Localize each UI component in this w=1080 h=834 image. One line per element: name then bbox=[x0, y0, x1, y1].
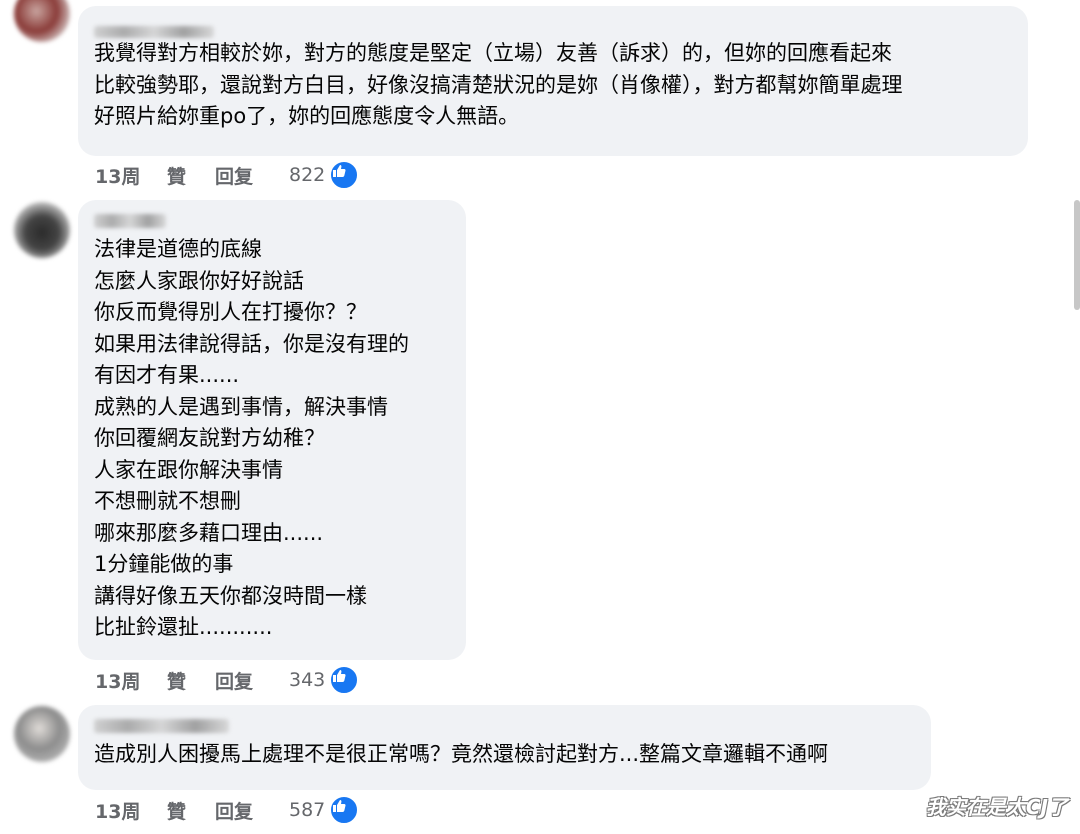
reply-button[interactable]: 回复 bbox=[215, 797, 289, 824]
thumbs-up-icon bbox=[329, 795, 360, 825]
avatar[interactable] bbox=[14, 0, 70, 42]
author-name-blurred[interactable] bbox=[94, 214, 166, 228]
comment-actions: 13周 贊 回复 587 bbox=[95, 795, 360, 825]
like-button[interactable]: 贊 bbox=[167, 667, 215, 694]
thumbs-up-icon bbox=[329, 160, 360, 190]
author-name-blurred[interactable] bbox=[94, 719, 229, 733]
comment-text: 我覺得對方相較於妳，對方的態度是堅定（立場）友善（訴求）的，但妳的回應看起來 比… bbox=[94, 41, 903, 128]
reaction-count[interactable]: 343 bbox=[289, 669, 325, 691]
author-name-blurred[interactable] bbox=[94, 26, 214, 38]
comment-bubble: 造成別人困擾馬上處理不是很正常嗎？竟然還檢討起對方...整篇文章邏輯不通啊 bbox=[78, 705, 931, 790]
watermark: 我实在是太CJ了 bbox=[925, 795, 1068, 819]
reaction-count[interactable]: 822 bbox=[289, 164, 325, 186]
like-button[interactable]: 贊 bbox=[167, 162, 215, 189]
reply-button[interactable]: 回复 bbox=[215, 162, 289, 189]
avatar[interactable] bbox=[14, 706, 70, 762]
comment-bubble: 法律是道德的底線 怎麼人家跟你好好說話 你反而覺得別人在打擾你？？ 如果用法律說… bbox=[78, 200, 466, 660]
thumbs-up-icon bbox=[329, 665, 360, 695]
comment-actions: 13周 贊 回复 822 bbox=[95, 160, 360, 190]
comment-bubble: 我覺得對方相較於妳，對方的態度是堅定（立場）友善（訴求）的，但妳的回應看起來 比… bbox=[78, 6, 1028, 156]
timestamp[interactable]: 13周 bbox=[95, 667, 167, 694]
reaction-count[interactable]: 587 bbox=[289, 799, 325, 821]
avatar[interactable] bbox=[14, 202, 70, 258]
comment-text: 法律是道德的底線 怎麼人家跟你好好說話 你反而覺得別人在打擾你？？ 如果用法律說… bbox=[94, 237, 409, 639]
comment-actions: 13周 贊 回复 343 bbox=[95, 665, 360, 695]
like-button[interactable]: 贊 bbox=[167, 797, 215, 824]
timestamp[interactable]: 13周 bbox=[95, 162, 167, 189]
reply-button[interactable]: 回复 bbox=[215, 667, 289, 694]
comment-text: 造成別人困擾馬上處理不是很正常嗎？竟然還檢討起對方...整篇文章邏輯不通啊 bbox=[94, 742, 829, 766]
scrollbar[interactable] bbox=[1074, 200, 1080, 310]
timestamp[interactable]: 13周 bbox=[95, 797, 167, 824]
